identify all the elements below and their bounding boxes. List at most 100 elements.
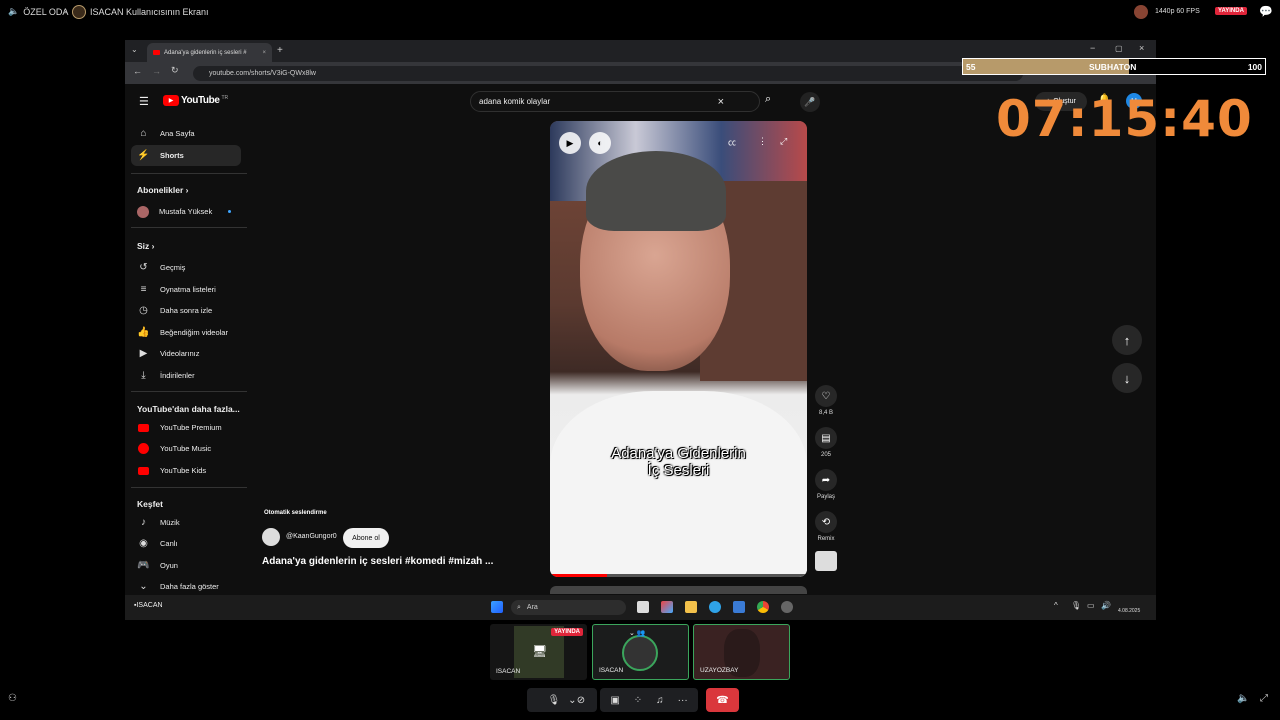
back-icon[interactable]: ←	[133, 66, 142, 76]
sidebar-item-live[interactable]: ◉ Canlı	[131, 533, 241, 554]
comment-count: 205	[820, 452, 831, 458]
caption-line: İç Sesleri	[647, 462, 710, 479]
channel-name[interactable]: @KaanGungor0	[286, 533, 337, 540]
sidebar-item-history[interactable]: ↺ Geçmiş	[131, 257, 241, 278]
sidebar-item-music-explore[interactable]: ♪ Müzik	[131, 512, 241, 533]
chevron-down-icon: ⌄	[139, 581, 148, 592]
sidebar-divider	[131, 173, 247, 174]
share-icon[interactable]: ➦	[815, 469, 837, 491]
minimize-icon[interactable]: −	[1090, 43, 1095, 53]
sidebar-item-music[interactable]: YouTube Music	[131, 438, 241, 459]
captions-icon[interactable]: ㏄	[728, 137, 736, 148]
tray-chevron-icon[interactable]: ^	[1054, 601, 1058, 610]
maximize-icon[interactable]: ▢	[1115, 44, 1123, 53]
next-short-icon[interactable]: ↓	[1112, 363, 1142, 393]
windows-start-icon[interactable]	[491, 601, 503, 613]
chrome-icon[interactable]	[757, 601, 769, 613]
fullscreen-icon[interactable]: ⤢	[780, 136, 787, 147]
sound-thumbnail[interactable]	[815, 551, 837, 571]
add-user-icon[interactable]: ⚇	[8, 693, 17, 704]
taskbar-search[interactable]: ⌕ Ara	[511, 600, 626, 615]
subscriptions-title[interactable]: Abonelikler ›	[137, 185, 189, 195]
reload-icon[interactable]: ↻	[171, 65, 179, 76]
sidebar-item-subscription[interactable]: Mustafa Yüksek	[131, 201, 241, 222]
volume-icon[interactable]: 🔈	[1237, 693, 1249, 704]
settings-gear-icon[interactable]	[781, 601, 793, 613]
more-from-youtube-title: YouTube'dan daha fazla...	[137, 404, 240, 414]
soundboard-icon[interactable]: ♫	[656, 695, 664, 706]
previous-short-icon[interactable]: ↑	[1112, 325, 1142, 355]
participant-controls-icon[interactable]: ⌄ 👥	[629, 629, 646, 637]
tray-network-icon[interactable]: ▭	[1087, 601, 1095, 610]
comment-icon[interactable]: ▤	[815, 427, 837, 449]
participant-tile[interactable]: YAYINDA 🖥 ISACAN	[490, 624, 587, 680]
subathon-goal: 100	[1247, 62, 1262, 72]
remix-action[interactable]: ⟲ Remix	[815, 511, 837, 542]
sidebar-item-show-more[interactable]: ⌄ Daha fazla göster	[131, 576, 241, 597]
sidebar-item-kids[interactable]: YouTube Kids	[131, 460, 241, 481]
browser-tab[interactable]: Adana'ya gidenlerin iç sesleri # ×	[147, 43, 272, 62]
short-title[interactable]: Adana'ya gidenlerin iç sesleri #komedi #…	[262, 556, 493, 567]
new-tab-button[interactable]: +	[277, 45, 283, 56]
file-explorer-icon[interactable]	[685, 601, 697, 613]
mic-icon[interactable]: 🎤	[800, 92, 820, 112]
tab-title: Adana'ya gidenlerin iç sesleri #	[164, 49, 247, 56]
edge-icon[interactable]	[709, 601, 721, 613]
apps-icon[interactable]: ⁘	[634, 695, 642, 706]
copilot-icon[interactable]	[661, 601, 673, 613]
participant-tile[interactable]: UZAYOZBAY	[693, 624, 790, 680]
sidebar-item-gaming[interactable]: 🎮 Oyun	[131, 555, 241, 576]
comment-action[interactable]: ▤ 205	[815, 427, 837, 458]
more-options-icon[interactable]: ⋮	[758, 136, 767, 147]
search-input[interactable]: adana komik olaylar ×	[470, 91, 760, 112]
window-close-icon[interactable]: ×	[1139, 43, 1144, 53]
clear-search-icon[interactable]: ×	[718, 96, 724, 108]
top-bar: 🔈 ÖZEL ODA · ISACAN Kullanıcısının Ekran…	[0, 0, 1280, 24]
activity-buttons: ▣ ⁘ ♫ ···	[600, 688, 698, 712]
youtube-logo[interactable]: ▶ YouTube TR	[163, 95, 228, 106]
subathon-timer: 07:15:40	[996, 90, 1253, 148]
sidebar-item-liked[interactable]: 👍 Beğendiğim videolar	[131, 322, 241, 343]
heart-icon[interactable]: ♡	[815, 385, 837, 407]
sidebar-label: Ana Sayfa	[160, 129, 195, 138]
tab-search-icon[interactable]: ⌄	[131, 45, 138, 54]
camera-toggle[interactable]: ⊘	[565, 688, 597, 712]
sidebar-divider	[131, 487, 247, 488]
address-bar[interactable]: youtube.com/shorts/V3iG-QWx8lw	[193, 66, 1023, 81]
search-icon[interactable]: ⌕	[765, 93, 771, 106]
menu-icon[interactable]: ☰	[139, 95, 149, 108]
video-caption: Adana'ya Gidenlerin İç Sesleri	[550, 445, 807, 479]
remix-icon[interactable]: ⟲	[815, 511, 837, 533]
sidebar-item-premium[interactable]: YouTube Premium	[131, 417, 241, 438]
sidebar-item-playlists[interactable]: ≡ Oynatma listeleri	[131, 279, 241, 300]
sidebar-label: Mustafa Yüksek	[159, 207, 213, 216]
sidebar-item-shorts[interactable]: ⚡ Shorts	[131, 145, 241, 166]
tray-mic-icon[interactable]: 🎙	[1071, 601, 1081, 610]
sidebar-item-downloads[interactable]: ⤓ İndirilenler	[131, 365, 241, 386]
store-icon[interactable]	[733, 601, 745, 613]
more-icon[interactable]: ···	[678, 695, 688, 706]
play-icon[interactable]: ▶	[559, 132, 581, 154]
chat-icon[interactable]: 💬	[1259, 5, 1273, 18]
disconnect-button[interactable]: ☎	[706, 688, 739, 712]
tray-volume-icon[interactable]: 🔊	[1101, 601, 1111, 610]
channel-avatar[interactable]	[262, 528, 280, 546]
screen-share-icon[interactable]: ▣	[610, 695, 619, 706]
progress-track[interactable]	[550, 574, 807, 577]
next-short-preview[interactable]	[550, 586, 807, 594]
task-view-icon[interactable]	[637, 601, 649, 613]
share-action[interactable]: ➦ Paylaş	[815, 469, 837, 500]
tab-close-icon[interactable]: ×	[262, 50, 266, 56]
subscribe-button[interactable]: Abone ol	[343, 528, 389, 548]
fullscreen-icon[interactable]: ⤢	[1260, 693, 1268, 704]
participant-tile[interactable]: ⌄ 👥 ISACAN	[592, 624, 689, 680]
forward-icon[interactable]: →	[152, 66, 161, 76]
short-video-player[interactable]: ▶ ◐ ㏄ ⋮ ⤢ Adana'ya Gidenlerin İç Sesleri	[550, 121, 807, 577]
sidebar-divider	[131, 227, 247, 228]
you-title[interactable]: Siz ›	[137, 241, 154, 251]
sidebar-item-your-videos[interactable]: ▶ Videolarınız	[131, 343, 241, 364]
sidebar-item-watch-later[interactable]: ◷ Daha sonra izle	[131, 300, 241, 321]
like-action[interactable]: ♡ 8,4 B	[815, 385, 837, 416]
volume-icon[interactable]: ◐	[589, 132, 611, 154]
sidebar-item-home[interactable]: ⌂ Ana Sayfa	[131, 123, 241, 144]
